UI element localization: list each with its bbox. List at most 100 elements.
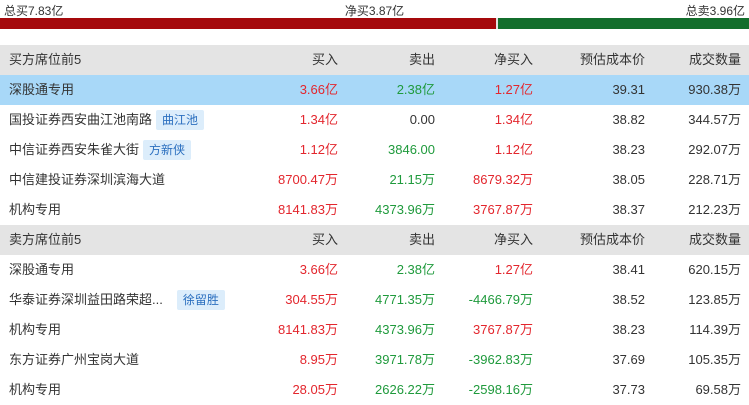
buy-amount: 8.95万 [299, 352, 338, 367]
sell-amount: 21.15万 [389, 172, 435, 187]
sell-amount: 3971.78万 [375, 352, 435, 367]
sell-amount: 4771.35万 [375, 292, 435, 307]
seat-name-cell: 机构专用 [9, 195, 254, 225]
buy-amount: 28.05万 [292, 382, 338, 397]
estimated-cost: 38.23 [612, 142, 645, 157]
trade-volume: 212.23万 [688, 202, 741, 217]
trader-tag[interactable]: 徐留胜 [176, 289, 225, 310]
column-header: 买入 [311, 232, 338, 247]
trade-volume: 344.57万 [688, 112, 741, 127]
column-header: 卖出 [408, 52, 435, 67]
buy-sell-ratio-bar [0, 18, 749, 29]
table-row[interactable]: 机构专用 28.05万 2626.22万 -2598.16万 37.73 69.58万 [0, 375, 749, 405]
seat-name-cell: 机构专用 [9, 315, 254, 345]
estimated-cost: 38.23 [612, 322, 645, 337]
trade-volume: 114.39万 [689, 322, 741, 337]
column-header: 买方席位前5 [9, 52, 82, 67]
seat-name: 深股通专用 [9, 262, 75, 277]
estimated-cost: 38.37 [612, 202, 645, 217]
net-buy-amount: 3767.87万 [473, 322, 533, 337]
seat-name: 机构专用 [9, 322, 62, 337]
trade-volume: 620.15万 [688, 262, 741, 277]
table-row[interactable]: 东方证券广州宝岗大道 8.95万 3971.78万 -3962.83万 37.69 105… [0, 345, 749, 375]
estimated-cost: 38.05 [612, 172, 645, 187]
column-header: 净买入 [493, 52, 533, 67]
buy-amount: 1.34亿 [299, 112, 338, 127]
table-row[interactable]: 机构专用 8141.83万 4373.96万 3767.87万 38.23 114.39万 [0, 315, 749, 345]
table-row[interactable]: 中信证券西安朱雀大街 方新侠 1.12亿 3846.00 1.12亿 38.23 292.0… [0, 135, 749, 165]
table-row[interactable]: 深股通专用 3.66亿 2.38亿 1.27亿 38.41 620.15万 [0, 255, 749, 285]
trade-volume: 930.38万 [688, 82, 741, 97]
seat-table: 买方席位前5 买入 卖出 净买入 预估成本价 成交数量 深股通专用 3.66亿 2.38亿 1.2… [0, 45, 749, 405]
net-buy-amount: 1.34亿 [494, 112, 533, 127]
trader-tag[interactable]: 方新侠 [143, 139, 192, 160]
seat-name: 华泰证券深圳益田路荣超... [9, 292, 163, 307]
column-header: 预估成本价 [579, 52, 645, 67]
seat-name: 机构专用 [9, 382, 62, 397]
seat-name-cell: 深股通专用 [9, 75, 254, 105]
buy-amount: 1.12亿 [299, 142, 338, 157]
table-row[interactable]: 中信建投证券深圳滨海大道 8700.47万 21.15万 8679.32万 38.05 2… [0, 165, 749, 195]
net-buy-amount: 8679.32万 [473, 172, 533, 187]
seat-name: 深股通专用 [9, 82, 75, 97]
sell-amount: 2.38亿 [396, 82, 435, 97]
estimated-cost: 38.52 [612, 292, 645, 307]
estimated-cost: 38.41 [612, 262, 645, 277]
seat-name-cell: 深股通专用 [9, 255, 254, 285]
trade-volume: 123.85万 [688, 292, 741, 307]
sell-amount: 2.38亿 [396, 262, 435, 277]
seat-name-cell: 华泰证券深圳益田路荣超... 徐留胜 [9, 285, 254, 315]
column-header: 卖出 [408, 232, 435, 247]
trade-volume: 292.07万 [688, 142, 741, 157]
sell-ratio-fill [498, 18, 749, 29]
estimated-cost: 39.31 [612, 82, 645, 97]
table-row[interactable]: 机构专用 8141.83万 4373.96万 3767.87万 38.37 212.23万 [0, 195, 749, 225]
trade-volume: 105.35万 [688, 352, 741, 367]
estimated-cost: 37.73 [612, 382, 645, 397]
net-buy-label: 净买3.87亿 [344, 4, 405, 18]
net-buy-amount: -3962.83万 [468, 352, 533, 367]
estimated-cost: 38.82 [612, 112, 645, 127]
trade-volume: 228.71万 [688, 172, 741, 187]
sell-amount: 3846.00 [388, 142, 435, 157]
net-buy-amount: 1.12亿 [494, 142, 533, 157]
net-buy-amount: 1.27亿 [494, 82, 533, 97]
sell-amount: 4373.96万 [375, 202, 435, 217]
sell-section-header: 卖方席位前5 买入 卖出 净买入 预估成本价 成交数量 [0, 225, 749, 255]
total-sell-label: 总卖3.96亿 [685, 4, 745, 18]
seat-name: 国投证券西安曲江池南路 [9, 112, 153, 127]
column-header: 预估成本价 [579, 232, 645, 247]
buy-section-header: 买方席位前5 买入 卖出 净买入 预估成本价 成交数量 [0, 45, 749, 75]
column-header: 卖方席位前5 [9, 232, 82, 247]
buy-amount: 8141.83万 [278, 322, 338, 337]
table-row[interactable]: 深股通专用 3.66亿 2.38亿 1.27亿 39.31 930.38万 [0, 75, 749, 105]
seat-name-cell: 国投证券西安曲江池南路 曲江池 [9, 105, 254, 135]
column-header: 成交数量 [688, 232, 741, 247]
trader-tag[interactable]: 曲江池 [156, 109, 205, 130]
table-row[interactable]: 华泰证券深圳益田路荣超... 徐留胜 304.55万 4771.35万 -4466.79… [0, 285, 749, 315]
sell-amount: 2626.22万 [375, 382, 435, 397]
buy-amount: 3.66亿 [299, 262, 338, 277]
net-buy-amount: -2598.16万 [468, 382, 533, 397]
seat-name-cell: 东方证券广州宝岗大道 [9, 345, 254, 375]
table-row[interactable]: 国投证券西安曲江池南路 曲江池 1.34亿 0.00 1.34亿 38.82 344.57万 [0, 105, 749, 135]
seat-name: 中信证券西安朱雀大街 [9, 142, 140, 157]
trade-volume: 69.58万 [695, 382, 741, 397]
net-buy-amount: 1.27亿 [494, 262, 533, 277]
column-header: 成交数量 [688, 52, 741, 67]
buy-amount: 3.66亿 [299, 82, 338, 97]
seat-name-cell: 机构专用 [9, 375, 254, 405]
seat-name: 东方证券广州宝岗大道 [9, 352, 140, 367]
seat-name-cell: 中信建投证券深圳滨海大道 [9, 165, 254, 195]
summary-bar-labels: 总买7.83亿 净买3.87亿 总卖3.96亿 [0, 0, 749, 18]
seat-name: 中信建投证券深圳滨海大道 [9, 172, 166, 187]
column-header: 净买入 [493, 232, 533, 247]
buy-ratio-fill [0, 18, 497, 29]
net-buy-amount: -4466.79万 [468, 292, 533, 307]
sell-amount: 0.00 [409, 112, 435, 127]
column-header: 买入 [311, 52, 338, 67]
sell-amount: 4373.96万 [375, 322, 435, 337]
net-buy-amount: 3767.87万 [473, 202, 533, 217]
estimated-cost: 37.69 [612, 352, 645, 367]
buy-amount: 304.55万 [285, 292, 338, 307]
